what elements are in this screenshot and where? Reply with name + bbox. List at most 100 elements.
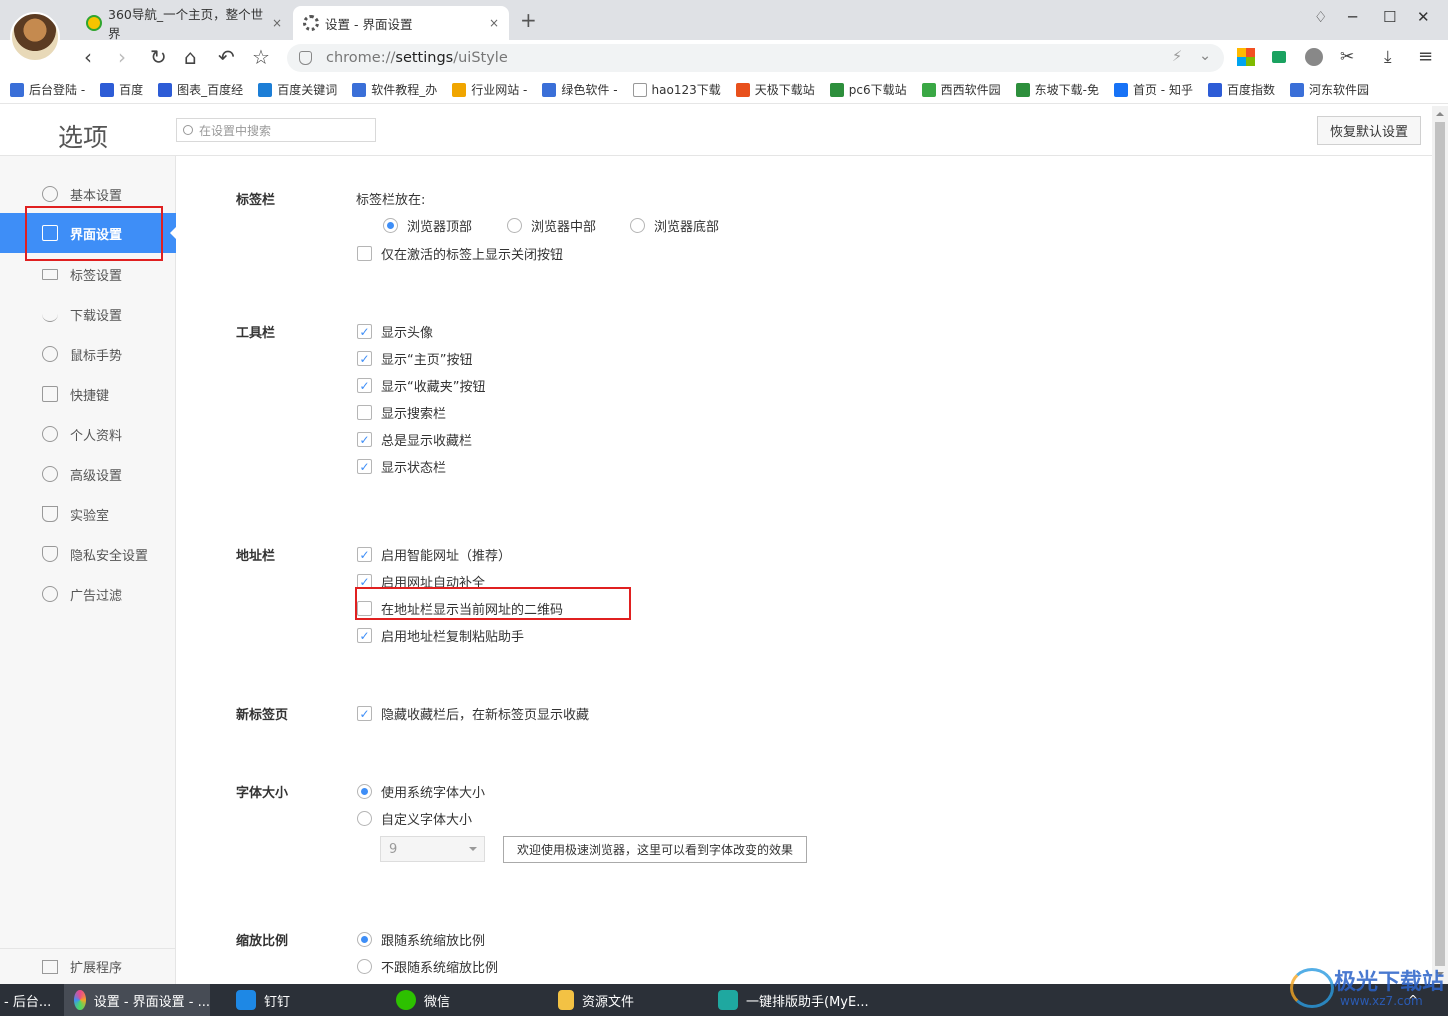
bookmark-item[interactable]: 东坡下载-免 [1015, 81, 1099, 98]
bookmark-item[interactable]: 河东软件园 [1289, 81, 1369, 98]
sidebar-item-shortcuts[interactable]: 快捷键 [0, 374, 176, 414]
radio-not-follow-zoom[interactable]: 不跟随系统缩放比例 [357, 957, 498, 976]
bookmark-favicon-icon [829, 82, 844, 97]
bookmark-item[interactable]: 百度关键词 [258, 81, 337, 98]
download-icon[interactable]: ⤓ [1384, 46, 1392, 68]
sidebar-item-privacy[interactable]: 隐私安全设置 [0, 534, 176, 574]
checkbox-show-avatar[interactable]: ✓ 显示头像 [357, 322, 433, 341]
star-icon[interactable]: ☆ [252, 46, 270, 68]
taskbar-item-files[interactable]: 资源文件 [558, 984, 634, 1016]
cloud-extension-icon[interactable] [1305, 48, 1323, 66]
home-icon[interactable]: ⌂ [184, 46, 197, 68]
scissors-icon[interactable]: ✂ [1340, 46, 1354, 68]
reload-icon[interactable]: ↻ [150, 46, 167, 68]
checkbox-always-bookmarks[interactable]: ✓ 总是显示收藏栏 [357, 430, 472, 449]
bookmark-item[interactable]: 绿色软件 - [542, 81, 618, 98]
reset-defaults-button[interactable]: 恢复默认设置 [1317, 116, 1421, 145]
radio-tabbar-middle[interactable]: 浏览器中部 [507, 216, 596, 235]
scrollbar-thumb[interactable] [1435, 122, 1445, 966]
minimize-button[interactable]: ─ [1348, 8, 1357, 26]
skin-icon[interactable]: ♢ [1314, 8, 1327, 26]
taskbar-item-dingtalk[interactable]: 钉钉 [236, 984, 290, 1016]
maximize-button[interactable]: ☐ [1383, 8, 1396, 26]
bookmark-label: 西西软件园 [940, 83, 1001, 97]
bookmark-item[interactable]: 软件教程_办 [352, 81, 437, 98]
bookmark-item[interactable]: 天极下载站 [735, 81, 815, 98]
checkbox[interactable]: ✓ [357, 547, 372, 562]
radio-button[interactable] [357, 959, 372, 974]
chat-extension-icon[interactable] [1272, 51, 1286, 63]
radio-tabbar-top[interactable]: 浏览器顶部 [383, 216, 472, 235]
radio-button[interactable] [357, 811, 372, 826]
checkbox-show-searchbar[interactable]: 显示搜索栏 [357, 403, 446, 422]
taskbar-item-browser[interactable]: 设置 - 界面设置 - ... [64, 984, 210, 1016]
checkbox[interactable]: ✓ [357, 324, 372, 339]
checkbox[interactable]: ✓ [357, 432, 372, 447]
menu-icon[interactable]: ≡ [1418, 46, 1433, 68]
radio-custom-fontsize[interactable]: 自定义字体大小 [357, 809, 472, 828]
lightning-icon[interactable]: ⚡ [1172, 49, 1182, 65]
back-icon[interactable]: ‹ [84, 46, 92, 68]
bookmark-item[interactable]: 百度 [100, 81, 143, 98]
bookmark-item[interactable]: 西西软件园 [921, 81, 1001, 98]
taskbar-item[interactable]: - 后台... [0, 984, 51, 1016]
bookmark-favicon-icon [158, 82, 173, 97]
checkbox-show-statusbar[interactable]: ✓ 显示状态栏 [357, 457, 446, 476]
taskbar-item-wechat[interactable]: 微信 [396, 984, 450, 1016]
checkbox[interactable]: ✓ [357, 628, 372, 643]
close-window-button[interactable]: ✕ [1417, 8, 1430, 26]
bookmark-item[interactable]: 行业网站 - [452, 81, 527, 98]
radio-button[interactable] [357, 784, 372, 799]
bookmark-item[interactable]: hao123下载 [632, 81, 721, 98]
sidebar-item-profile[interactable]: 个人资料 [0, 414, 176, 454]
sidebar-item-advanced[interactable]: 高级设置 [0, 454, 176, 494]
new-tab-button[interactable]: + [520, 8, 537, 32]
close-tab-icon[interactable]: × [272, 16, 282, 30]
checkbox-show-favorites[interactable]: ✓ 显示“收藏夹”按钮 [357, 376, 485, 395]
scroll-up-icon[interactable] [1436, 108, 1444, 116]
checkbox-newtab-favorites[interactable]: ✓ 隐藏收藏栏后，在新标签页显示收藏 [357, 704, 589, 723]
tab-settings[interactable]: 设置 - 界面设置 × [293, 6, 509, 40]
radio-button[interactable] [383, 218, 398, 233]
settings-search-input[interactable]: 在设置中搜索 [176, 118, 376, 142]
sidebar-item-lab[interactable]: 实验室 [0, 494, 176, 534]
radio-button[interactable] [507, 218, 522, 233]
forward-icon[interactable]: › [118, 46, 126, 68]
radio-button[interactable] [630, 218, 645, 233]
dingtalk-icon [236, 990, 256, 1010]
checkbox[interactable] [357, 246, 372, 261]
radio-button[interactable] [357, 932, 372, 947]
checkbox[interactable]: ✓ [357, 378, 372, 393]
bookmark-item[interactable]: pc6下载站 [829, 81, 907, 98]
fontsize-select[interactable]: 9 [380, 836, 485, 862]
checkbox[interactable] [357, 405, 372, 420]
tab-360-navigation[interactable]: 360导航_一个主页，整个世界 × [76, 6, 292, 41]
undo-close-icon[interactable]: ↶ [218, 46, 235, 68]
bookmark-item[interactable]: 百度指数 [1207, 81, 1275, 98]
checkbox-smart-url[interactable]: ✓ 启用智能网址（推荐） [357, 545, 511, 564]
scrollbar[interactable] [1432, 106, 1448, 984]
sidebar-item-adblock[interactable]: 广告过滤 [0, 574, 176, 614]
checkbox[interactable]: ✓ [357, 706, 372, 721]
sidebar-item-extensions[interactable]: 扩展程序 [0, 948, 176, 984]
checkbox-show-home[interactable]: ✓ 显示“主页”按钮 [357, 349, 472, 368]
checkbox[interactable]: ✓ [357, 459, 372, 474]
apps-icon[interactable] [1237, 48, 1255, 66]
checkbox[interactable]: ✓ [357, 351, 372, 366]
bookmark-item[interactable]: 后台登陆 - [10, 81, 85, 98]
chevron-down-icon[interactable]: ⌄ [1199, 48, 1211, 64]
bookmark-item[interactable]: 首页 - 知乎 [1113, 81, 1193, 98]
address-bar[interactable]: chrome://settings/uiStyle ⚡ ⌄ [287, 44, 1224, 72]
radio-follow-system-zoom[interactable]: 跟随系统缩放比例 [357, 930, 485, 949]
avatar[interactable] [10, 12, 60, 62]
radio-system-fontsize[interactable]: 使用系统字体大小 [357, 782, 485, 801]
sidebar-item-mouse-gestures[interactable]: 鼠标手势 [0, 334, 176, 374]
sidebar-item-downloads[interactable]: 下载设置 [0, 294, 176, 334]
checkbox-paste-helper[interactable]: ✓ 启用地址栏复制粘贴助手 [357, 626, 524, 645]
bookmark-item[interactable]: 图表_百度经 [158, 81, 243, 98]
taskbar-label: 微信 [424, 994, 451, 1010]
radio-tabbar-bottom[interactable]: 浏览器底部 [630, 216, 719, 235]
checkbox-close-on-active[interactable]: 仅在激活的标签上显示关闭按钮 [357, 244, 563, 263]
close-tab-icon[interactable]: × [489, 16, 499, 30]
taskbar-item-typesetting[interactable]: 一键排版助手(MyE... [718, 984, 869, 1016]
